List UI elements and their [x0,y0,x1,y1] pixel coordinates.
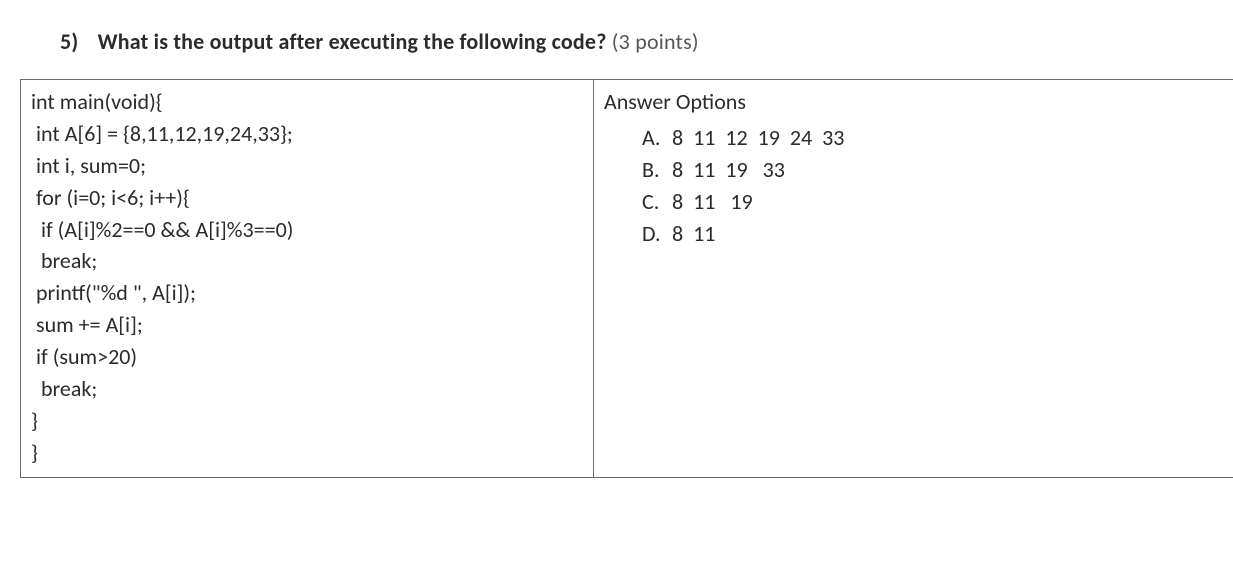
code-block: int main(void){ int A[6] = {8,11,12,19,2… [31,86,583,469]
code-line: sum += A[i]; [31,311,143,338]
code-line: if (A[i]%2==0 && A[i]%3==0) [31,216,293,243]
code-line: for (i=0; i<6; i++){ [31,184,190,211]
option-letter: D. [642,218,672,250]
answer-option-b: B.8 11 19 33 [642,154,1233,186]
code-line: } [31,407,38,434]
code-line: } [31,439,38,466]
option-text: 8 11 19 [672,188,753,215]
question-number: 5) [60,28,78,55]
code-line: int A[6] = {8,11,12,19,24,33}; [31,120,293,147]
answers-cell: Answer Options A.8 11 12 19 24 33 B.8 11… [594,80,1233,478]
code-answer-table: int main(void){ int A[6] = {8,11,12,19,2… [20,79,1233,478]
answer-option-a: A.8 11 12 19 24 33 [642,122,1233,154]
option-letter: A. [642,122,672,154]
code-line: break; [31,375,97,402]
answer-option-d: D.8 11 [642,218,1233,250]
exam-page: 5) What is the output after executing th… [0,0,1233,498]
code-cell: int main(void){ int A[6] = {8,11,12,19,2… [21,80,594,478]
question-points: (3 points) [612,28,699,55]
answer-option-c: C.8 11 19 [642,186,1233,218]
option-text: 8 11 19 33 [672,156,785,183]
code-line: int i, sum=0; [31,152,146,179]
question-prompt: What is the output after executing the f… [98,28,607,55]
question-header: 5) What is the output after executing th… [60,28,1213,55]
answers-title: Answer Options [604,86,1233,118]
code-line: if (sum>20) [31,343,137,370]
option-letter: B. [642,154,672,186]
code-line: int main(void){ [31,88,163,115]
option-text: 8 11 12 19 24 33 [672,124,844,151]
code-line: break; [31,247,97,274]
code-line: printf("%d ", A[i]); [31,279,196,306]
answers-list: A.8 11 12 19 24 33 B.8 11 19 33 C.8 11 1… [604,122,1233,250]
option-letter: C. [642,186,672,218]
option-text: 8 11 [672,220,715,247]
